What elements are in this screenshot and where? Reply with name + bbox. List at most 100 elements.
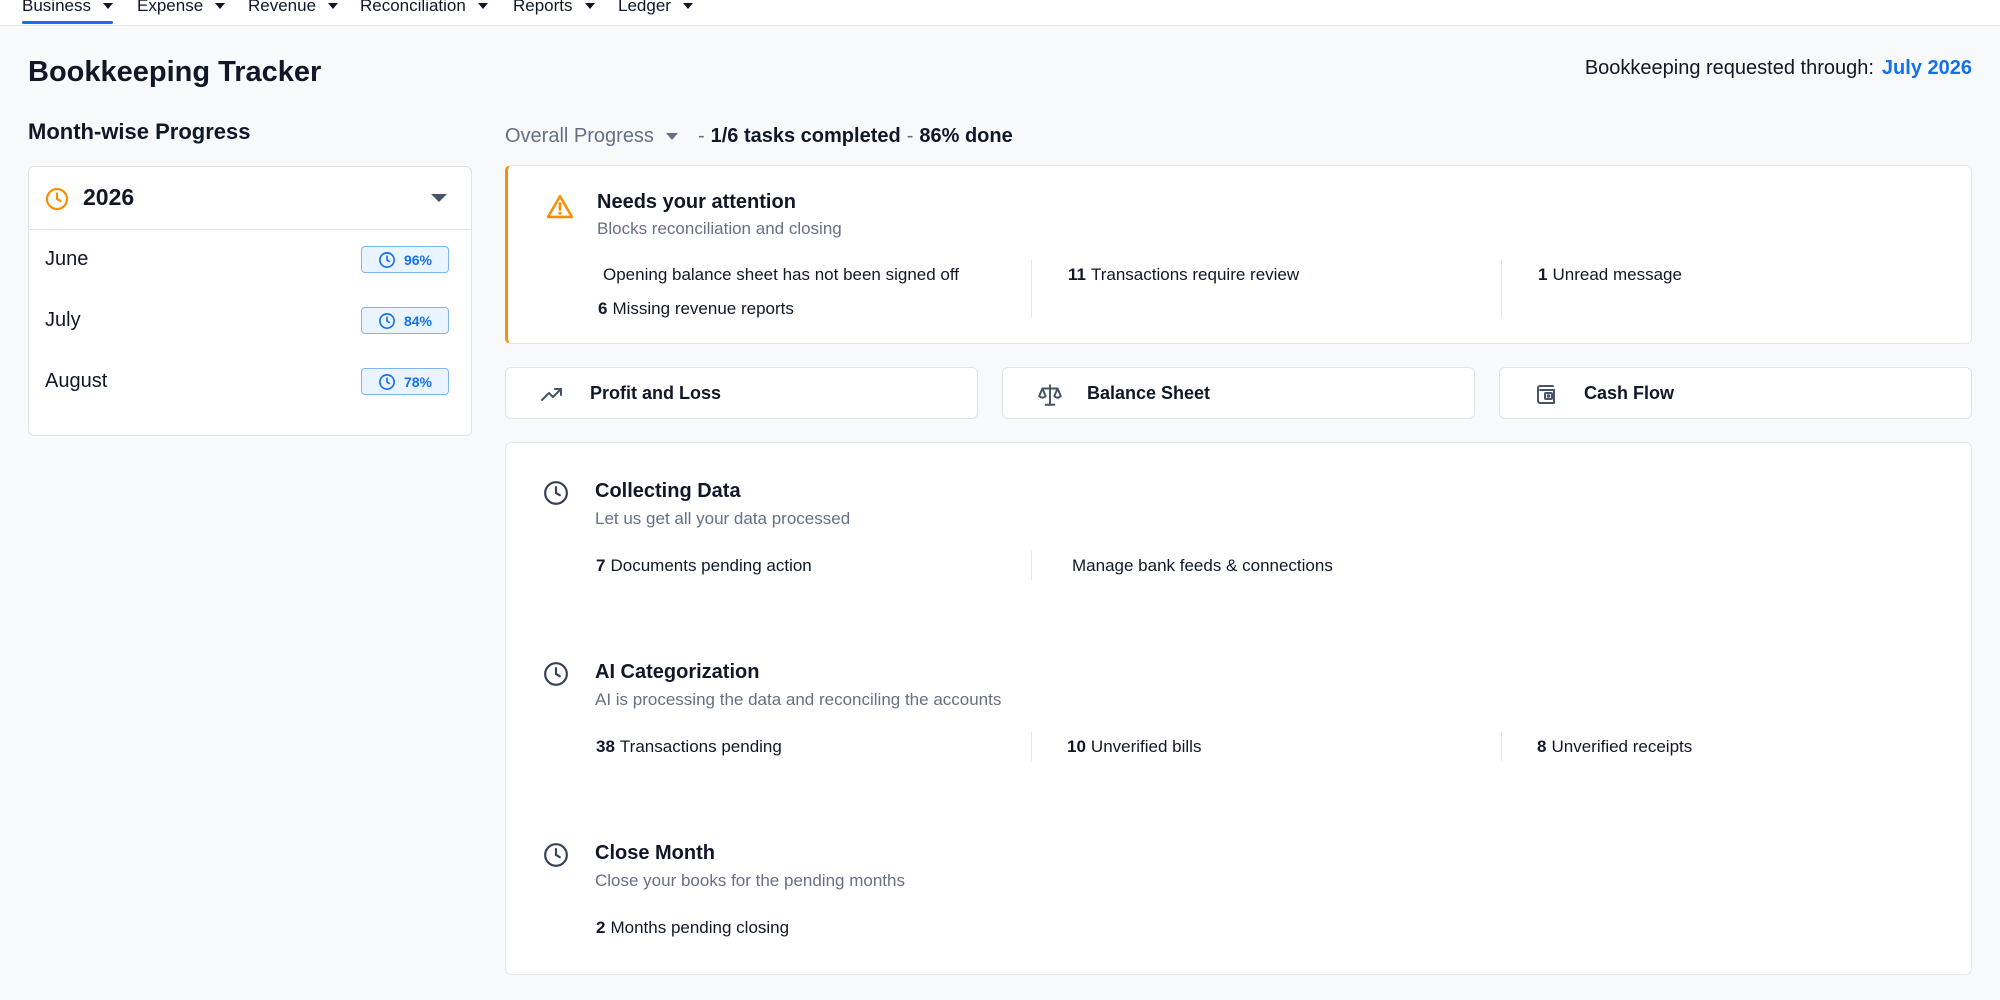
stat-text: Manage bank feeds & connections: [1072, 556, 1333, 575]
scale-icon: [1038, 384, 1062, 406]
cash-flow-button[interactable]: Cash Flow: [1499, 367, 1972, 419]
progress-percent: 84%: [403, 312, 433, 329]
step-stat[interactable]: 2 Months pending closing: [596, 918, 789, 938]
steps-card: Collecting Data Let us get all your data…: [505, 442, 1972, 975]
stat-count: 10: [1067, 737, 1086, 756]
attention-item[interactable]: Opening balance sheet has not been signe…: [598, 265, 959, 285]
progress-badge: 78%: [361, 368, 449, 395]
requested-month[interactable]: July 2026: [1882, 57, 1972, 79]
manage-bank-feeds-link[interactable]: Manage bank feeds & connections: [1067, 556, 1333, 576]
separator: -: [906, 125, 914, 147]
balance-sheet-button[interactable]: Balance Sheet: [1002, 367, 1475, 419]
separator: -: [697, 125, 705, 147]
step-subtitle: AI is processing the data and reconcilin…: [595, 690, 1002, 709]
progress-badge: 84%: [361, 307, 449, 334]
attention-text: Unread message: [1552, 265, 1682, 284]
month-name: July: [45, 309, 81, 331]
wallet-icon: [1537, 385, 1555, 404]
clock-icon: [379, 312, 395, 329]
tab-label: Reconciliation: [360, 0, 466, 15]
tab-reconciliation[interactable]: Reconciliation: [360, 0, 488, 18]
report-label: Balance Sheet: [1087, 383, 1211, 403]
month-progress-card: 2026 June 96% July 84% August 78%: [28, 166, 472, 436]
clock-icon: [544, 662, 568, 686]
divider: [1501, 732, 1502, 761]
step-title: AI Categorization: [595, 661, 760, 683]
month-name: August: [45, 370, 108, 392]
trending-up-icon: [541, 388, 562, 401]
month-row-june[interactable]: June 96%: [29, 232, 471, 292]
tab-reports[interactable]: Reports: [513, 0, 595, 18]
stat-count: 38: [596, 737, 615, 756]
step-title: Collecting Data: [595, 480, 741, 502]
attention-count: 11: [1068, 265, 1086, 284]
tab-business[interactable]: Business: [22, 0, 113, 24]
year-selector[interactable]: 2026: [29, 167, 471, 230]
report-label: Profit and Loss: [590, 383, 722, 403]
step-stat[interactable]: 38 Transactions pending: [596, 737, 782, 757]
stat-count: 8: [1537, 737, 1547, 756]
month-wise-title: Month-wise Progress: [28, 119, 251, 144]
stat-text: Unverified receipts: [1551, 737, 1693, 756]
tab-label: Revenue: [248, 0, 317, 15]
attention-text: Opening balance sheet has not been signe…: [603, 265, 960, 284]
tasks-completed: 1/6 tasks completed: [710, 125, 901, 147]
step-stat[interactable]: 8 Unverified receipts: [1537, 737, 1692, 757]
overall-progress: Overall Progress - 1/6 tasks completed -…: [505, 125, 1013, 148]
caret-down-icon: [682, 3, 693, 9]
tab-label: Expense: [137, 0, 204, 15]
step-subtitle: Close your books for the pending months: [595, 871, 905, 890]
caret-down-icon[interactable]: [665, 133, 678, 140]
clock-icon: [544, 843, 568, 867]
progress-badge: 96%: [361, 246, 449, 273]
month-row-july[interactable]: July 84%: [29, 293, 471, 353]
month-name: June: [45, 248, 89, 270]
attention-item[interactable]: 11 Transactions require review: [1068, 265, 1299, 285]
progress-percent: 96%: [403, 251, 433, 268]
top-nav: Business Expense Revenue Reconciliation …: [0, 0, 2000, 26]
divider: [1031, 260, 1032, 318]
clock-icon: [45, 187, 69, 211]
caret-down-icon: [215, 3, 226, 9]
step-stat[interactable]: 10 Unverified bills: [1067, 737, 1201, 757]
tab-ledger[interactable]: Ledger: [618, 0, 693, 18]
tab-label: Reports: [513, 0, 573, 15]
clock-icon: [544, 481, 568, 505]
stat-text: Documents pending action: [610, 556, 812, 575]
stat-count: 2: [596, 918, 606, 937]
profit-and-loss-button[interactable]: Profit and Loss: [505, 367, 978, 419]
stat-text: Unverified bills: [1090, 737, 1202, 756]
report-label: Cash Flow: [1584, 383, 1675, 403]
step-title: Close Month: [595, 842, 715, 864]
attention-item[interactable]: 6 Missing revenue reports: [598, 299, 794, 319]
caret-down-icon: [102, 3, 113, 9]
attention-text: Missing revenue reports: [612, 299, 794, 318]
divider: [1501, 260, 1502, 318]
warning-icon: [546, 194, 574, 219]
caret-down-icon: [584, 3, 595, 9]
chevron-down-icon: [431, 194, 447, 202]
tab-label: Ledger: [618, 0, 671, 15]
attention-text: Transactions require review: [1090, 265, 1300, 284]
page-title: Bookkeeping Tracker: [28, 56, 322, 88]
clock-icon: [379, 251, 395, 268]
tab-expense[interactable]: Expense: [137, 0, 226, 18]
step-stat[interactable]: 7 Documents pending action: [596, 556, 812, 576]
attention-count: 6: [598, 299, 608, 318]
stat-text: Transactions pending: [619, 737, 782, 756]
percent-done: 86% done: [919, 125, 1013, 147]
caret-down-icon: [328, 3, 339, 9]
overall-progress-dropdown[interactable]: Overall Progress: [505, 125, 654, 148]
attention-title: Needs your attention: [597, 191, 796, 213]
divider: [1031, 551, 1032, 580]
year-value: 2026: [83, 184, 135, 210]
tab-label: Business: [22, 0, 91, 15]
stat-text: Months pending closing: [610, 918, 790, 937]
attention-item[interactable]: 1 Unread message: [1538, 265, 1682, 285]
progress-percent: 78%: [403, 373, 433, 390]
attention-card: Needs your attention Blocks reconciliati…: [505, 165, 1972, 344]
caret-down-icon: [477, 3, 488, 9]
month-row-august[interactable]: August 78%: [29, 354, 471, 414]
tab-revenue[interactable]: Revenue: [248, 0, 339, 18]
clock-icon: [379, 373, 395, 390]
